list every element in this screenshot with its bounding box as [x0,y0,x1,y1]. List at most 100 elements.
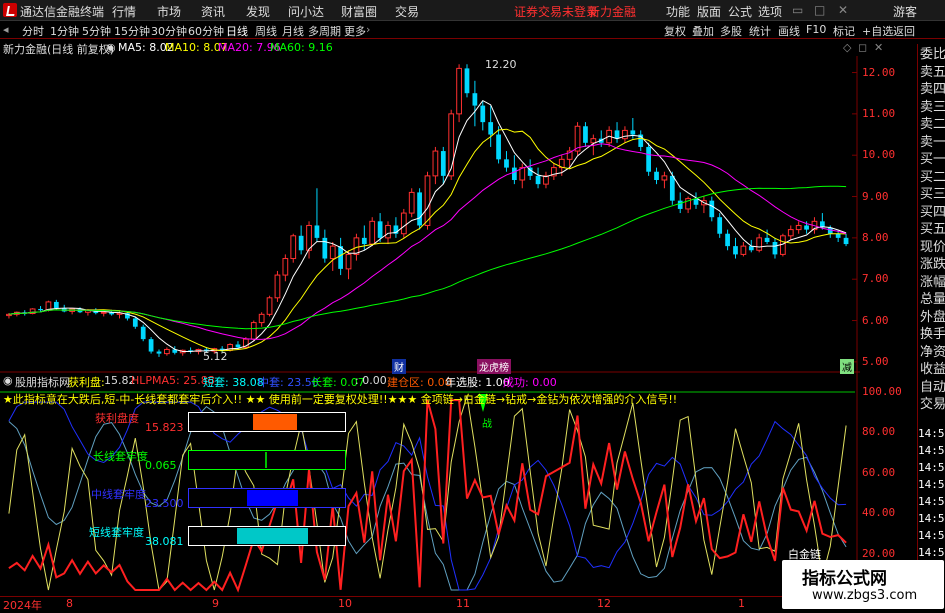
price-axis-label: 6.00 [862,313,889,327]
tool-add-favorite[interactable]: +自选 [862,23,893,39]
price-axis-label: 11.00 [862,106,896,120]
candle-body-down [677,200,683,209]
side-panel-item[interactable]: 换手 [920,326,945,344]
signal-marker-zhan: 战 [482,419,492,430]
tool-tongji[interactable]: 统计 [749,23,771,39]
tool-back[interactable]: 返回 [893,23,915,39]
tool-diejia[interactable]: 叠加 [692,23,714,39]
menu-item-gongneng[interactable]: 功能 [666,3,690,20]
jiancangqu-value: 建仓区: 0.00 [387,376,452,389]
maximize-icon[interactable]: □ [814,3,825,17]
menu-item-gongshi[interactable]: 公式 [728,3,752,20]
side-panel-item[interactable]: 卖三 [920,99,945,117]
candle-body-down [464,68,470,94]
side-panel-item[interactable]: 买五 [920,221,945,239]
side-panel-item[interactable]: 外盘 [920,309,945,327]
side-panel-item[interactable]: 卖二 [920,116,945,134]
gauge-fill [265,452,267,468]
login-status-link[interactable]: 证券交易未登录 [514,3,598,20]
side-panel-item[interactable]: 委比 [920,46,945,64]
side-panel-item[interactable]: 卖五 [920,64,945,82]
tool-fuquan[interactable]: 复权 [664,23,686,39]
tab-monthly[interactable]: 月线 [282,23,304,39]
indicator-settings-icon[interactable]: ◉ [3,374,13,387]
side-panel-item[interactable]: 卖四 [920,81,945,99]
side-panel-item[interactable]: 买二 [920,169,945,187]
gauge-fill [237,528,309,544]
side-panel-item[interactable]: 买四 [920,204,945,222]
candle-body-up [795,224,802,231]
side-panel-item[interactable]: 自动 [920,379,945,397]
indicator-axis-label: 40.00 [862,506,896,520]
candle-body-up [274,274,281,299]
candle-body-up [353,237,360,255]
guest-button[interactable]: 游客 [893,3,917,20]
candle-body-down [717,217,723,234]
menu-item-wenxiaoda[interactable]: 问小达 [288,3,324,20]
tab-more[interactable]: 更多 [344,23,366,39]
side-panel-item[interactable]: 收益 [920,361,945,379]
menu-item-hangqing[interactable]: 行情 [112,3,136,20]
side-panel-item[interactable]: 涨跌 [920,256,945,274]
tool-f10[interactable]: F10 [806,23,826,36]
tab-daily[interactable]: 日线 [226,23,248,39]
side-panel-item[interactable]: 买三 [920,186,945,204]
menu-item-caifuquan[interactable]: 财富圈 [341,3,377,20]
gauge-box [188,412,346,432]
tool-biaoji[interactable]: 标记 [833,23,855,39]
tool-duogu[interactable]: 多股 [720,23,742,39]
chart-ctrl-icon[interactable]: ◇ [843,41,851,54]
menu-item-jiaoyi[interactable]: 交易 [395,3,419,20]
watermark-url: www.zbgs3.com [812,588,918,603]
menu-item-faxian[interactable]: 发现 [246,3,270,20]
menu-item-xuanxiang[interactable]: 选项 [758,3,782,20]
candle-body-down [535,175,541,185]
chart-ctrl-icon-2[interactable]: ◻ [858,41,867,54]
tab-multi-period[interactable]: 多周期 [308,23,341,39]
candle-body-down [338,246,343,269]
side-panel-item[interactable]: 卖一 [920,134,945,152]
indicator-axis-label: 80.00 [862,425,896,439]
marker-longhubang[interactable]: 龙虎榜 [477,359,511,374]
side-panel-item[interactable]: 净资 [920,344,945,362]
candle-body-down [377,221,383,238]
indicator-axis-label: 20.00 [862,546,896,560]
settings-circle-icon[interactable]: ◉ [106,41,116,54]
tab-1min[interactable]: 1分钟 [50,23,79,39]
candle-body-down [472,93,478,106]
menu-item-banmian[interactable]: 版面 [697,3,721,20]
minimize-icon[interactable]: ▭ [792,3,803,17]
candle-body-down [417,192,422,226]
gauge-label: 获利盘度 [95,412,139,425]
side-panel-item[interactable]: 买一 [920,151,945,169]
chart-close-icon[interactable]: ✕ [874,41,883,54]
side-panel-item[interactable]: 现价 [920,239,945,257]
candle-body-down [53,301,59,309]
side-panel-item[interactable]: 涨幅 [920,274,945,292]
tab-fenshi[interactable]: 分时 [22,23,44,39]
menu-item-zixun[interactable]: 资讯 [201,3,225,20]
tab-5min[interactable]: 5分钟 [82,23,111,39]
kline-chart[interactable] [0,56,860,596]
candle-body-down [322,237,328,259]
tab-prev-icon[interactable]: ◂ [3,23,9,36]
gauge-fill [247,490,299,506]
price-axis-label: 9.00 [862,189,889,203]
side-panel-item[interactable]: 交易 [920,396,945,414]
close-icon[interactable]: ✕ [838,3,848,17]
marker-jian[interactable]: 减 [840,359,854,374]
gauge-value: 23.500 [145,497,184,510]
candle-body-down [440,151,446,176]
candle-body-up [590,138,597,144]
menu-item-shichang[interactable]: 市场 [157,3,181,20]
date-axis-label: 2024年 [3,599,42,612]
tool-huaxian[interactable]: 画线 [778,23,800,39]
period-tab-bar: ◂ 分时 1分钟 5分钟 15分钟 30分钟 60分钟 日线 周线 月线 多周期… [0,21,945,39]
side-panel-item[interactable]: 总量 [920,291,945,309]
tab-weekly[interactable]: 周线 [255,23,277,39]
gauge-label: 短线套牢度 [89,526,144,539]
tab-60min[interactable]: 60分钟 [188,23,224,39]
tab-15min[interactable]: 15分钟 [114,23,150,39]
marker-cai[interactable]: 财 [392,359,406,374]
tab-30min[interactable]: 30分钟 [151,23,187,39]
